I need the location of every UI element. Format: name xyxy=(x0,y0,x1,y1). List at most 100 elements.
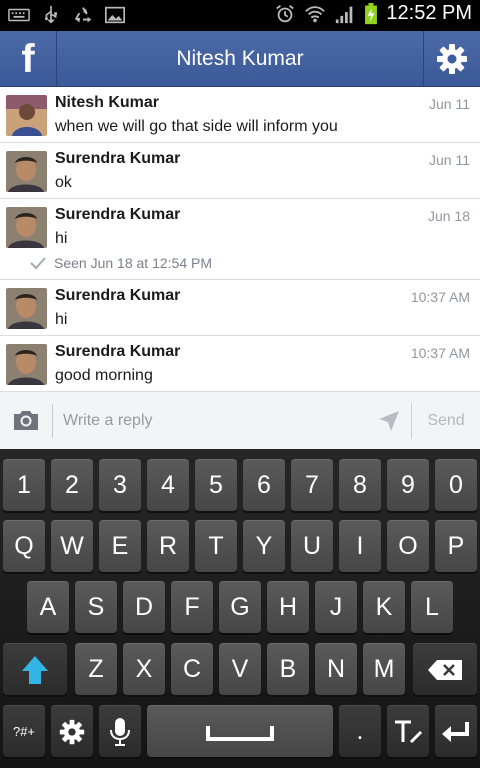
key-w[interactable]: W xyxy=(51,520,93,572)
camera-icon xyxy=(14,411,38,430)
message-time: Jun 11 xyxy=(429,96,470,112)
avatar-surendra[interactable] xyxy=(6,151,47,192)
message-text: hi xyxy=(55,311,68,328)
status-bar: 12:52 PM xyxy=(0,0,480,31)
key-h[interactable]: H xyxy=(267,581,309,633)
period-key[interactable]: . xyxy=(339,705,381,757)
clock: 12:52 PM xyxy=(386,2,472,24)
key-u[interactable]: U xyxy=(291,520,333,572)
settings-button[interactable] xyxy=(423,31,480,87)
text-mode-key[interactable] xyxy=(387,705,429,757)
battery-charging-icon xyxy=(365,2,378,24)
avatar-surendra[interactable] xyxy=(6,288,47,329)
key-1[interactable]: 1 xyxy=(3,459,45,511)
key-6[interactable]: 6 xyxy=(243,459,285,511)
message-list[interactable]: Nitesh Kumar when we will go that side w… xyxy=(0,87,480,391)
message-item[interactable]: Surendra Kumar ok Jun 11 xyxy=(0,143,480,199)
avatar-nitesh[interactable] xyxy=(6,95,47,136)
usb-icon xyxy=(44,5,57,24)
message-time: Jun 11 xyxy=(429,152,470,168)
message-item[interactable]: Surendra Kumar good morning 10:37 AM xyxy=(0,336,480,391)
shift-key[interactable] xyxy=(3,643,67,695)
camera-button[interactable] xyxy=(12,408,40,437)
enter-key[interactable] xyxy=(435,705,477,757)
gear-icon xyxy=(59,719,85,744)
message-text: ok xyxy=(55,174,72,191)
key-a[interactable]: A xyxy=(27,581,69,633)
key-b[interactable]: B xyxy=(267,643,309,695)
key-k[interactable]: K xyxy=(363,581,405,633)
checkmark-icon xyxy=(30,257,46,270)
key-0[interactable]: 0 xyxy=(435,459,477,511)
recycle-icon xyxy=(74,7,92,23)
key-o[interactable]: O xyxy=(387,520,429,572)
microphone-icon xyxy=(110,717,130,746)
message-time: 10:37 AM xyxy=(410,289,470,305)
sender-name: Nitesh Kumar xyxy=(55,94,160,111)
key-n[interactable]: N xyxy=(315,643,357,695)
key-r[interactable]: R xyxy=(147,520,189,572)
app-header: f Nitesh Kumar xyxy=(0,31,480,87)
key-f[interactable]: F xyxy=(171,581,213,633)
key-4[interactable]: 4 xyxy=(147,459,189,511)
key-j[interactable]: J xyxy=(315,581,357,633)
key-q[interactable]: Q xyxy=(3,520,45,572)
message-item[interactable]: Surendra Kumar hi Jun 18 Seen Jun 18 at … xyxy=(0,199,480,280)
key-x[interactable]: X xyxy=(123,643,165,695)
space-key[interactable] xyxy=(147,705,333,757)
seen-receipt: Seen Jun 18 at 12:54 PM xyxy=(30,255,212,271)
conversation-title: Nitesh Kumar xyxy=(176,47,304,70)
sender-name: Surendra Kumar xyxy=(55,287,181,304)
enter-arrow-icon xyxy=(442,721,469,742)
key-s[interactable]: S xyxy=(75,581,117,633)
key-8[interactable]: 8 xyxy=(339,459,381,511)
reply-bar: Send xyxy=(0,391,480,449)
message-time: 10:37 AM xyxy=(410,345,470,361)
key-e[interactable]: E xyxy=(99,520,141,572)
avatar-surendra[interactable] xyxy=(6,344,47,385)
key-v[interactable]: V xyxy=(219,643,261,695)
sender-name: Surendra Kumar xyxy=(55,343,181,360)
key-m[interactable]: M xyxy=(363,643,405,695)
symbols-key[interactable]: ?#+ xyxy=(3,705,45,757)
key-t[interactable]: T xyxy=(195,520,237,572)
key-5[interactable]: 5 xyxy=(195,459,237,511)
key-7[interactable]: 7 xyxy=(291,459,333,511)
key-g[interactable]: G xyxy=(219,581,261,633)
message-item[interactable]: Surendra Kumar hi 10:37 AM xyxy=(0,280,480,336)
key-9[interactable]: 9 xyxy=(387,459,429,511)
space-bar-icon xyxy=(206,725,274,741)
key-p[interactable]: P xyxy=(435,520,477,572)
location-arrow-icon xyxy=(379,411,399,431)
shift-arrow-icon xyxy=(22,655,48,684)
text-edit-icon xyxy=(395,720,423,743)
key-i[interactable]: I xyxy=(339,520,381,572)
send-button[interactable]: Send xyxy=(412,392,480,450)
location-button[interactable] xyxy=(378,410,400,437)
picture-icon xyxy=(105,6,125,24)
message-item[interactable]: Nitesh Kumar when we will go that side w… xyxy=(0,87,480,143)
message-text: when we will go that side will inform yo… xyxy=(55,118,338,135)
seen-text: Seen Jun 18 at 12:54 PM xyxy=(54,255,212,271)
key-c[interactable]: C xyxy=(171,643,213,695)
message-text: good morning xyxy=(55,367,153,384)
key-l[interactable]: L xyxy=(411,581,453,633)
key-z[interactable]: Z xyxy=(75,643,117,695)
keyboard-settings-key[interactable] xyxy=(51,705,93,757)
backspace-icon xyxy=(428,659,462,680)
backspace-key[interactable] xyxy=(413,643,477,695)
message-text: hi xyxy=(55,230,68,247)
keyboard: 1 2 3 4 5 6 7 8 9 0 Q W E R T Y U I O P … xyxy=(0,449,480,768)
key-2[interactable]: 2 xyxy=(51,459,93,511)
facebook-home-button[interactable]: f xyxy=(0,31,57,87)
avatar-surendra[interactable] xyxy=(6,207,47,248)
signal-icon xyxy=(336,6,353,23)
key-3[interactable]: 3 xyxy=(99,459,141,511)
wifi-icon xyxy=(305,5,326,22)
message-time: Jun 18 xyxy=(427,208,470,224)
reply-input[interactable] xyxy=(52,404,342,438)
sender-name: Surendra Kumar xyxy=(55,206,181,223)
voice-input-key[interactable] xyxy=(99,705,141,757)
key-y[interactable]: Y xyxy=(243,520,285,572)
key-d[interactable]: D xyxy=(123,581,165,633)
